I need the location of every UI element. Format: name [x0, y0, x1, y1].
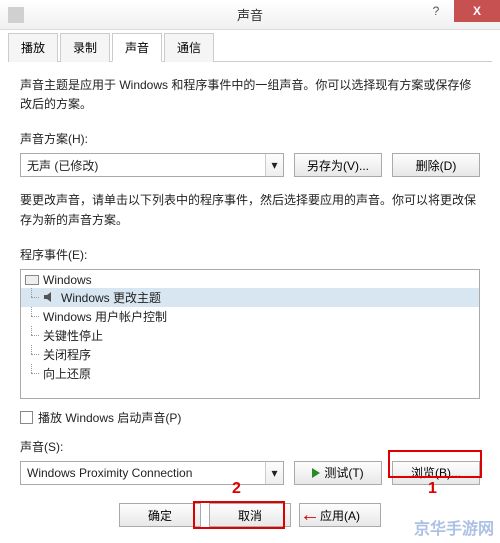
events-listbox[interactable]: Windows Windows 更改主题 Windows 用户帐户控制 关键性停…	[20, 269, 480, 399]
window-controls: ? X	[418, 0, 500, 22]
tree-item[interactable]: 向上还原	[21, 364, 479, 383]
window-title: 声音	[237, 5, 263, 24]
chevron-down-icon: ▾	[265, 154, 283, 176]
scheme-value: 无声 (已修改)	[27, 157, 98, 174]
delete-button[interactable]: 删除(D)	[392, 153, 480, 177]
browse-button[interactable]: 浏览(B)...	[392, 461, 480, 485]
tree-root[interactable]: Windows	[21, 272, 479, 288]
chevron-down-icon: ▾	[265, 462, 283, 484]
scheme-description: 声音主题是应用于 Windows 和程序事件中的一组声音。你可以选择现有方案或保…	[20, 76, 480, 114]
speaker-icon	[43, 291, 57, 303]
tree-item-label: Windows 用户帐户控制	[43, 308, 167, 325]
tree-item-label: Windows 更改主题	[61, 289, 161, 306]
tab-sounds[interactable]: 声音	[112, 33, 162, 62]
startup-sound-row[interactable]: 播放 Windows 启动声音(P)	[20, 409, 480, 426]
startup-checkbox[interactable]	[20, 411, 33, 424]
ok-button[interactable]: 确定	[119, 503, 201, 527]
save-as-button[interactable]: 另存为(V)...	[294, 153, 382, 177]
tree-item[interactable]: Windows 用户帐户控制	[21, 307, 479, 326]
tree-item[interactable]: Windows 更改主题	[21, 288, 479, 307]
tree-item[interactable]: 关闭程序	[21, 345, 479, 364]
content-pane: 声音主题是应用于 Windows 和程序事件中的一组声音。你可以选择现有方案或保…	[0, 62, 500, 513]
test-button[interactable]: 测试(T)	[294, 461, 382, 485]
tab-communications[interactable]: 通信	[164, 33, 214, 62]
window-icon	[8, 7, 24, 23]
tree-root-label: Windows	[43, 273, 92, 287]
tree-item-label: 向上还原	[43, 365, 91, 382]
close-button[interactable]: X	[454, 0, 500, 22]
events-description: 要更改声音，请单击以下列表中的程序事件，然后选择要应用的声音。你可以将更改保存为…	[20, 191, 480, 229]
apply-button[interactable]: 应用(A)	[299, 503, 381, 527]
sound-dropdown[interactable]: Windows Proximity Connection ▾	[20, 461, 284, 485]
titlebar: 声音 ? X	[0, 0, 500, 30]
scheme-label: 声音方案(H):	[20, 130, 480, 147]
tabstrip: 播放 录制 声音 通信	[8, 32, 492, 62]
tree-item-label: 关键性停止	[43, 327, 103, 344]
startup-label: 播放 Windows 启动声音(P)	[38, 409, 181, 426]
tree-item[interactable]: 关键性停止	[21, 326, 479, 345]
sound-label: 声音(S):	[20, 438, 480, 455]
dialog-footer: 确定 取消 应用(A)	[0, 495, 500, 535]
tab-recording[interactable]: 录制	[60, 33, 110, 62]
windows-icon	[25, 275, 39, 285]
tab-playback[interactable]: 播放	[8, 33, 58, 62]
events-label: 程序事件(E):	[20, 246, 480, 263]
help-button[interactable]: ?	[418, 0, 454, 22]
test-label: 测试(T)	[324, 464, 363, 481]
scheme-dropdown[interactable]: 无声 (已修改) ▾	[20, 153, 284, 177]
play-icon	[312, 468, 320, 478]
cancel-button[interactable]: 取消	[209, 503, 291, 527]
sound-value: Windows Proximity Connection	[27, 466, 192, 480]
tree-item-label: 关闭程序	[43, 346, 91, 363]
